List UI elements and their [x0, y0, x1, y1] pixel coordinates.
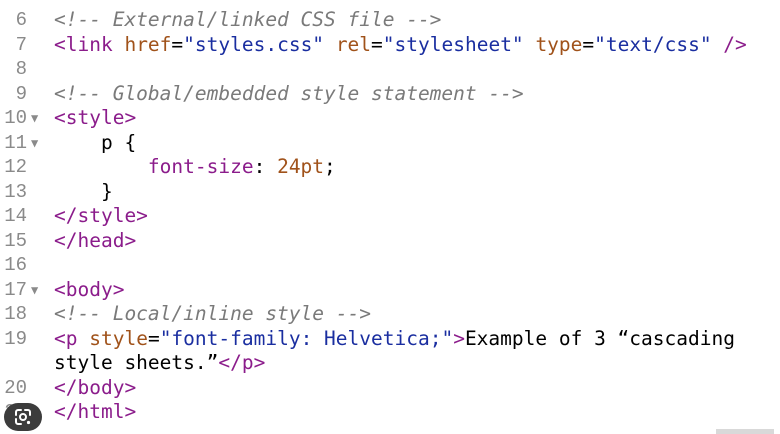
code-text: <body>: [54, 278, 124, 303]
lens-glyph: [15, 409, 31, 425]
code-line: 10 ▼ <style>: [0, 106, 780, 131]
code-line: 20 </body>: [0, 376, 780, 401]
code-token: style: [89, 326, 148, 350]
line-number: 7: [15, 33, 27, 56]
code-line: 9 <!-- Global/embedded style statement --…: [0, 82, 780, 107]
code-line: 16: [0, 253, 780, 278]
code-token: style sheets.”: [54, 351, 219, 374]
code-token: "font-family: Helvetica;": [159, 326, 454, 350]
line-number: 11: [4, 131, 27, 154]
code-line: 15 </head>: [0, 229, 780, 254]
code-token: }: [54, 179, 113, 203]
line-number: 18: [4, 303, 27, 325]
fold-toggle-icon[interactable]: ▼: [31, 106, 38, 131]
code-token: </html>: [54, 400, 137, 423]
code-line: 11 ▼ p {: [0, 131, 780, 156]
code-text: style sheets.”</p>: [54, 351, 265, 376]
code-text: <p style="font-family: Helvetica;">Examp…: [54, 327, 735, 352]
code-token: rel: [335, 32, 372, 56]
line-number: 19: [4, 327, 27, 350]
code-token: =: [582, 32, 595, 56]
code-token: =: [171, 32, 184, 56]
code-text: <!-- Global/embedded style statement -->: [54, 82, 524, 107]
code-line: 18 <!-- Local/inline style -->: [0, 302, 780, 327]
code-token: :: [253, 155, 278, 178]
code-token: <p: [54, 326, 90, 350]
code-line: 12 font-size: 24pt;: [0, 155, 780, 180]
code-token: Example of 3 “cascading: [464, 326, 735, 350]
code-line: 14 </style>: [0, 204, 780, 229]
line-number: 14: [4, 205, 27, 227]
line-number: 15: [4, 229, 27, 252]
code-token: </style>: [54, 204, 148, 227]
code-line: 21</html>: [0, 400, 780, 425]
line-number: 6: [15, 9, 27, 31]
code-token: href: [124, 32, 172, 56]
code-token: <!-- External/linked CSS file -->: [54, 8, 442, 31]
code-token: />: [711, 32, 747, 56]
code-token: <body>: [54, 277, 125, 301]
code-token: "styles.css": [183, 32, 325, 56]
code-line: 8: [0, 57, 780, 82]
line-number: 9: [15, 82, 27, 105]
scrollbar-hint: [716, 429, 774, 434]
code-token: =: [147, 326, 160, 350]
line-number: 8: [15, 58, 27, 80]
code-token: <link: [54, 32, 125, 56]
code-text: <link href="styles.css" rel="stylesheet"…: [54, 33, 747, 58]
code-text: </head>: [54, 229, 136, 254]
code-editor: 6 <!-- External/linked CSS file --> 7 <link…: [0, 0, 780, 434]
code-token: <!-- Global/embedded style statement -->: [54, 81, 524, 105]
code-line: 6 <!-- External/linked CSS file -->: [0, 8, 780, 33]
fold-toggle-icon[interactable]: ▼: [31, 278, 38, 303]
code-text: </html>: [54, 400, 136, 425]
code-text: <style>: [54, 106, 136, 131]
code-token: =: [371, 32, 383, 56]
code-token: 24pt: [277, 155, 325, 178]
code-token: "stylesheet": [382, 32, 524, 56]
code-token: >: [453, 326, 465, 350]
code-token: ;: [324, 155, 336, 178]
line-number: 10: [4, 107, 27, 129]
code-line: 19 <p style="font-family: Helvetica;">Exa…: [0, 327, 780, 352]
line-number: 17: [4, 278, 27, 301]
code-line: 17 ▼ <body>: [0, 278, 780, 303]
code-line: 7 <link href="styles.css" rel="stylesheet…: [0, 33, 780, 58]
code-text: p {: [54, 131, 136, 156]
code-text: <!-- External/linked CSS file -->: [54, 8, 441, 33]
line-number: 20: [4, 376, 27, 399]
fold-toggle-icon[interactable]: ▼: [31, 131, 38, 156]
code-token: p {: [54, 130, 137, 154]
line-number: 16: [4, 254, 27, 276]
code-token: </body>: [54, 375, 137, 399]
code-token: <!-- Local/inline style -->: [54, 302, 371, 325]
code-line: 13 }: [0, 180, 780, 205]
code-line: style sheets.”</p>: [0, 351, 780, 376]
code-token: "text/css": [594, 32, 712, 56]
code-token: font-size: [147, 155, 254, 178]
code-text: font-size: 24pt;: [54, 155, 336, 180]
line-number: 12: [4, 156, 27, 178]
code-token: </head>: [54, 228, 137, 252]
code-text: <!-- Local/inline style -->: [54, 302, 371, 327]
code-text: }: [54, 180, 113, 205]
code-text: </style>: [54, 204, 148, 229]
google-lens-icon[interactable]: [4, 403, 42, 431]
code-token: </p>: [218, 351, 266, 374]
code-token: <style>: [54, 106, 137, 129]
line-number: 13: [4, 180, 27, 203]
code-token: type: [535, 32, 583, 56]
code-text: </body>: [54, 376, 136, 401]
